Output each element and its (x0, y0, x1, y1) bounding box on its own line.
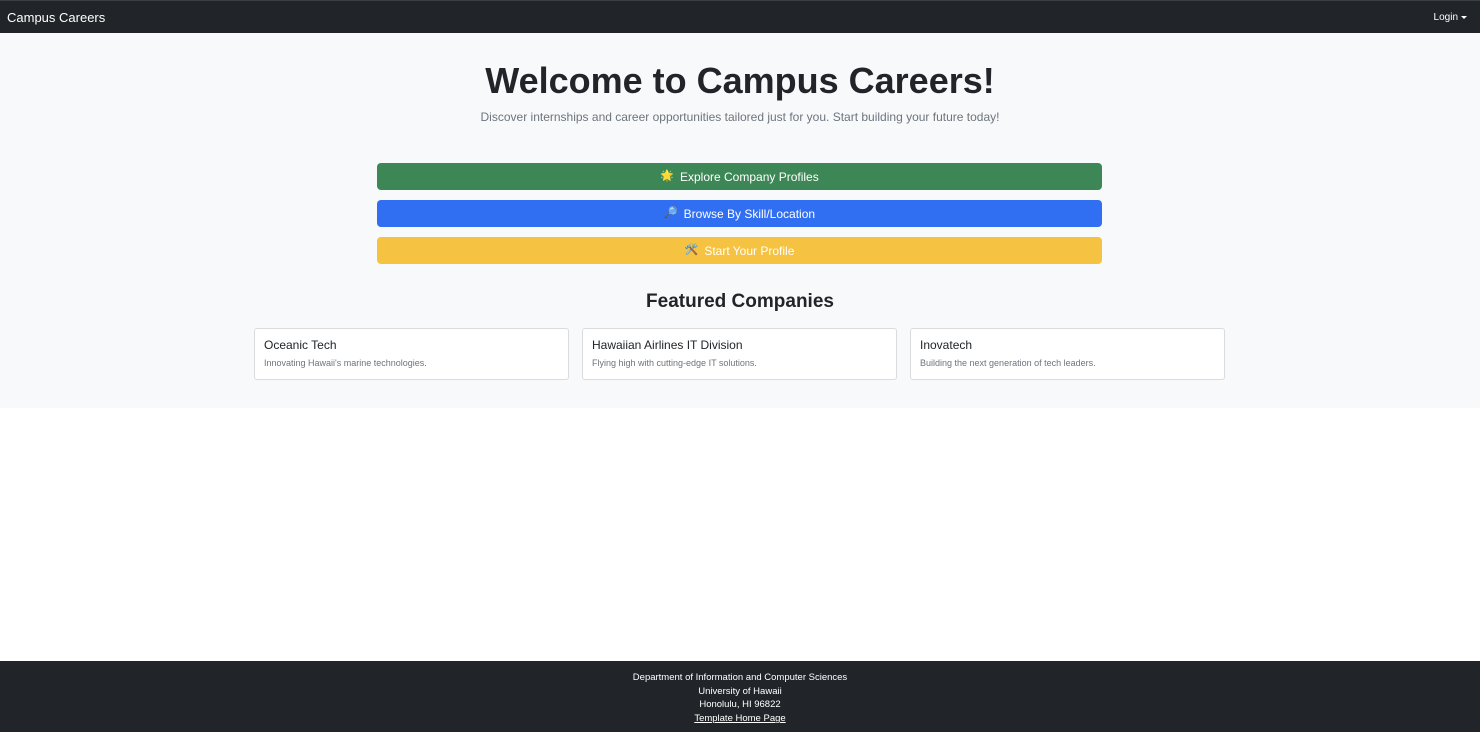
start-your-profile-button[interactable]: 🛠️ Start Your Profile (377, 237, 1102, 264)
footer-address: Honolulu, HI 96822 (699, 699, 781, 711)
button-label: Explore Company Profiles (679, 169, 819, 184)
magnifier-icon: 🔎 (663, 207, 678, 219)
star-icon: 🌟 (660, 170, 674, 182)
page-title: Welcome to Campus Careers! (485, 60, 995, 101)
company-card-inovatech[interactable]: Inovatech Building the next generation o… (910, 328, 1225, 380)
hero-subtitle: Discover internships and career opportun… (480, 110, 1000, 124)
brand-link[interactable]: Campus Careers (7, 10, 105, 25)
footer: Department of Information and Computer S… (0, 661, 1480, 732)
navbar: Campus Careers Login (0, 0, 1480, 33)
button-label: Start Your Profile (704, 243, 795, 258)
company-name: Hawaiian Airlines IT Division (592, 338, 743, 352)
explore-company-profiles-button[interactable]: 🌟 Explore Company Profiles (377, 163, 1102, 190)
template-home-link[interactable]: Template Home Page (694, 713, 785, 724)
footer-department: Department of Information and Computer S… (632, 672, 848, 683)
company-name: Inovatech (920, 338, 973, 352)
browse-by-skill-location-button[interactable]: 🔎 Browse By Skill/Location (377, 200, 1102, 227)
company-card-hawaiian-airlines-it[interactable]: Hawaiian Airlines IT Division Flying hig… (582, 328, 897, 380)
tools-icon: 🛠️ (684, 244, 699, 256)
company-description: Flying high with cutting-edge IT solutio… (592, 358, 757, 368)
hero-section: Welcome to Campus Careers! Discover inte… (0, 33, 1480, 408)
company-description: Building the next generation of tech lea… (920, 358, 1096, 368)
featured-companies-heading: Featured Companies (646, 291, 834, 312)
chevron-down-icon (1461, 16, 1467, 19)
button-label: Browse By Skill/Location (683, 206, 816, 221)
company-card-oceanic-tech[interactable]: Oceanic Tech Innovating Hawaii's marine … (254, 328, 569, 380)
company-name: Oceanic Tech (264, 338, 337, 352)
company-description: Innovating Hawaii's marine technologies. (264, 358, 427, 368)
login-dropdown[interactable]: Login (1434, 12, 1467, 23)
footer-university: University of Hawaii (698, 685, 782, 697)
login-label: Login (1433, 11, 1458, 23)
